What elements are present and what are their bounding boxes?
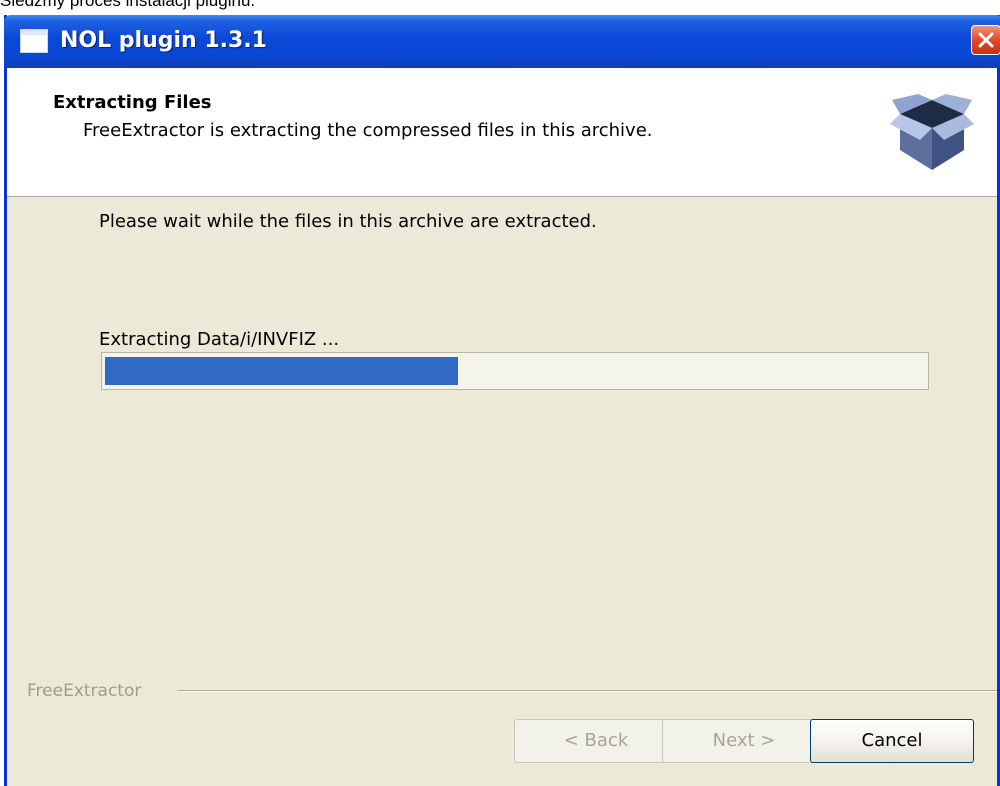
header-title: Extracting Files xyxy=(53,92,212,113)
brand-label: FreeExtractor xyxy=(27,681,142,701)
document-caption: Śledźmy proces instalacji pluginu. xyxy=(0,0,256,10)
close-button[interactable] xyxy=(971,25,1000,55)
cancel-button[interactable]: Cancel xyxy=(810,719,974,763)
title-bar[interactable]: NOL plugin 1.3.1 xyxy=(4,15,1000,68)
close-icon xyxy=(978,32,994,48)
progress-bar xyxy=(101,352,929,390)
instruction-text: Please wait while the files in this arch… xyxy=(99,211,597,232)
footer-divider xyxy=(177,690,997,692)
header-subtitle: FreeExtractor is extracting the compress… xyxy=(83,120,653,141)
next-button[interactable]: Next > xyxy=(662,719,826,763)
progress-fill xyxy=(105,357,458,385)
window-icon xyxy=(20,29,48,53)
open-box-icon xyxy=(890,94,974,170)
wizard-header: Extracting Files FreeExtractor is extrac… xyxy=(7,68,997,197)
installer-window: NOL plugin 1.3.1 Extracting Files FreeEx… xyxy=(4,15,1000,786)
back-button[interactable]: < Back xyxy=(514,719,678,763)
window-title: NOL plugin 1.3.1 xyxy=(60,28,267,53)
extraction-status: Extracting Data/i/INVFIZ ... xyxy=(99,329,340,350)
